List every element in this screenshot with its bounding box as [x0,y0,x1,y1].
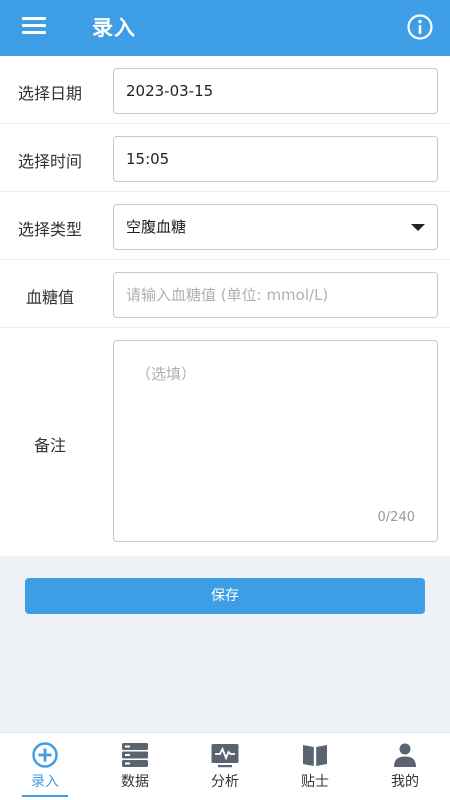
tab-entry[interactable]: 录入 [0,733,90,800]
date-label: 选择日期 [17,84,82,103]
tab-data-label: 数据 [121,774,149,790]
tab-tips-label: 贴士 [301,774,329,790]
page-title: 录入 [92,16,136,40]
glucose-row: 血糖值 请输入血糖值 (单位: mmol/L) [0,260,450,328]
note-row: 备注 （选填） 0/240 [0,328,450,556]
note-placeholder: （选填） [136,365,197,383]
tab-analysis-label: 分析 [211,774,239,790]
type-row: 选择类型 空腹血糖 [0,192,450,260]
glucose-label: 血糖值 [25,288,74,307]
note-label: 备注 [33,436,66,455]
tab-data[interactable]: 数据 [90,733,180,800]
database-icon [122,743,148,767]
date-row: 选择日期 2023-03-15 [0,56,450,124]
caret-down-icon [411,224,425,231]
entry-form: 选择日期 2023-03-15 选择时间 15:05 选择类型 空腹血糖 血糖值… [0,56,450,556]
book-icon [303,745,327,766]
tab-mine-label: 我的 [391,774,419,790]
tab-mine[interactable]: 我的 [360,733,450,800]
type-select-value: 空腹血糖 [126,218,187,236]
tab-tips[interactable]: 贴士 [270,733,360,800]
chart-monitor-icon [211,744,239,768]
glucose-input[interactable]: 请输入血糖值 (单位: mmol/L) [113,272,438,318]
save-button[interactable]: 保存 [25,578,425,614]
time-label: 选择时间 [17,152,82,171]
type-select[interactable]: 空腹血糖 [113,204,438,250]
time-row: 选择时间 15:05 [0,124,450,192]
note-textarea[interactable]: （选填） 0/240 [113,340,438,542]
tab-analysis[interactable]: 分析 [180,733,270,800]
tab-entry-label: 录入 [31,774,59,790]
info-icon[interactable] [406,13,434,41]
date-input[interactable]: 2023-03-15 [113,68,438,114]
plus-circle-icon [32,742,58,768]
glucose-input-placeholder: 请输入血糖值 (单位: mmol/L) [126,286,329,304]
user-icon [394,743,416,767]
bottom-tab-bar: 录入 数据 分析 贴士 我的 [0,732,450,800]
menu-icon[interactable] [22,17,48,37]
time-input[interactable]: 15:05 [113,136,438,182]
type-label: 选择类型 [17,220,82,239]
app-header: 录入 [0,0,450,56]
note-char-counter: 0/240 [377,510,415,525]
